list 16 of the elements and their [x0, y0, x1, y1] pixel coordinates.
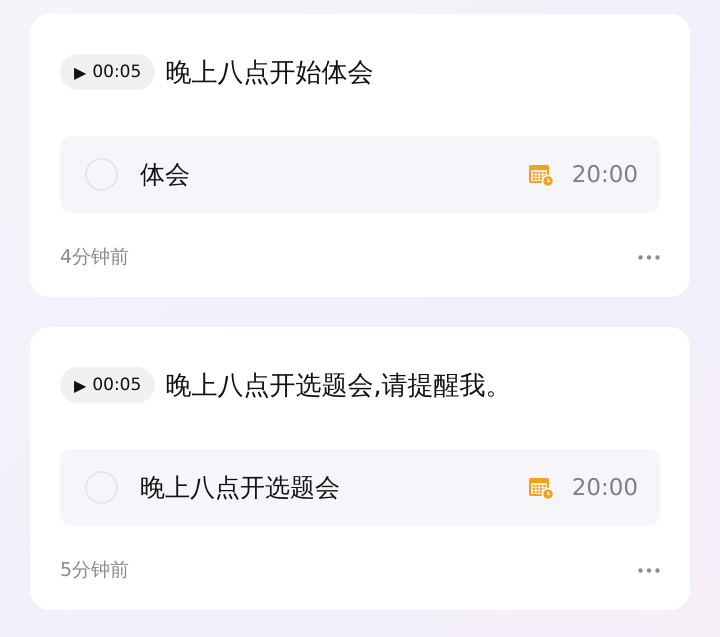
audio-play-button[interactable]: ▶ 00:05	[60, 367, 156, 403]
more-icon	[638, 568, 660, 572]
task-item[interactable]: 晚上八点开选题会 20:00	[60, 449, 660, 526]
timestamp: 5分钟前	[60, 558, 130, 583]
note-title: 晚上八点开始体会	[165, 56, 374, 90]
calendar-clock-icon	[528, 162, 554, 186]
timestamp: 4分钟前	[60, 245, 130, 270]
note-title: 晚上八点开选题会,请提醒我。	[165, 370, 512, 402]
task-time: 20:00	[572, 162, 638, 188]
audio-play-button[interactable]: ▶ 00:05	[60, 54, 156, 90]
more-icon	[638, 254, 660, 260]
task-time: 20:00	[572, 474, 638, 500]
task-text: 体会	[140, 159, 191, 191]
task-text: 晚上八点开选题会	[140, 472, 341, 504]
task-item[interactable]: 体会 20:00	[60, 136, 660, 213]
calendar-clock-icon	[528, 476, 554, 500]
